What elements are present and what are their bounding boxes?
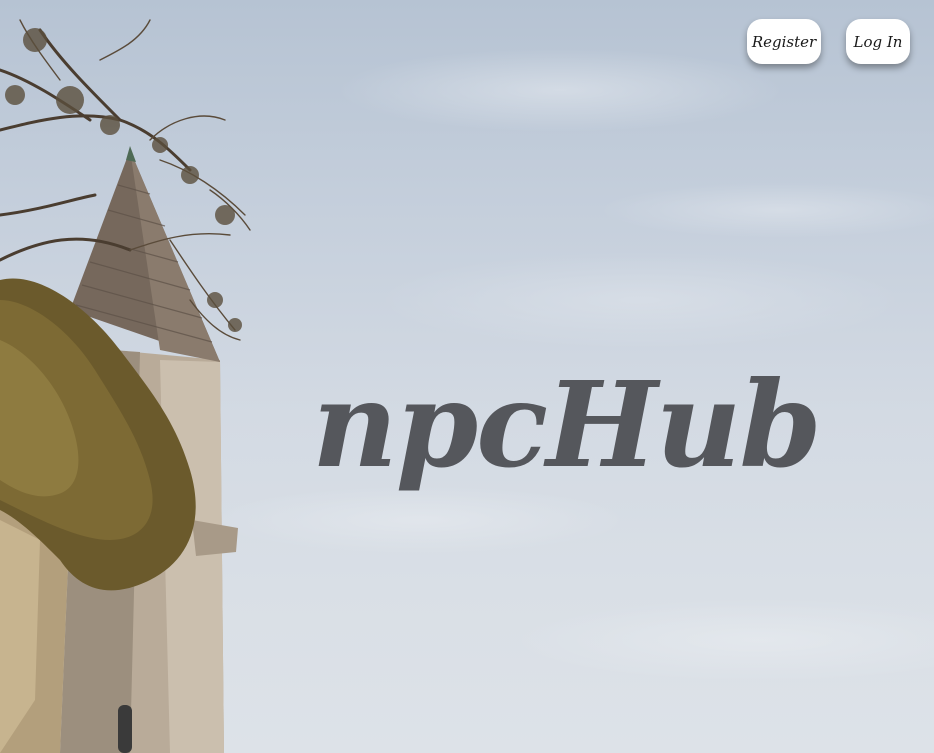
castle-tower-icon [0, 19, 251, 753]
login-button[interactable]: Log In [846, 19, 910, 64]
site-title: npcHub [312, 355, 822, 494]
landing-page: Register Log In npcHub [0, 0, 934, 753]
register-button[interactable]: Register [747, 19, 821, 64]
